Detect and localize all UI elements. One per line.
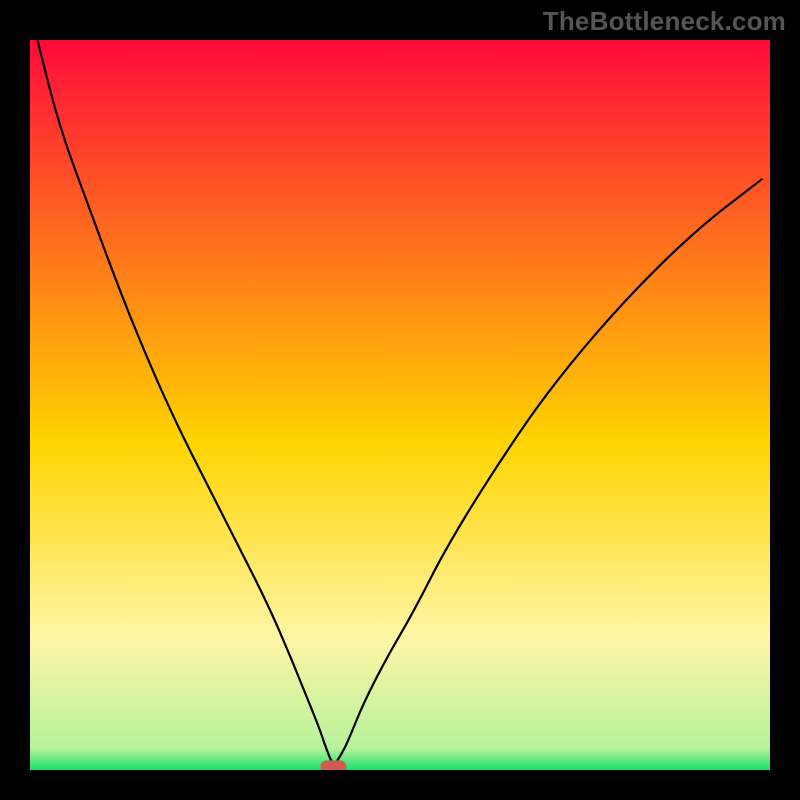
chart-svg bbox=[30, 40, 770, 770]
minimum-marker bbox=[320, 760, 346, 770]
plot-area bbox=[30, 40, 770, 770]
gradient-background bbox=[30, 40, 770, 770]
chart-frame: TheBottleneck.com bbox=[0, 0, 800, 800]
watermark-text: TheBottleneck.com bbox=[543, 6, 786, 37]
